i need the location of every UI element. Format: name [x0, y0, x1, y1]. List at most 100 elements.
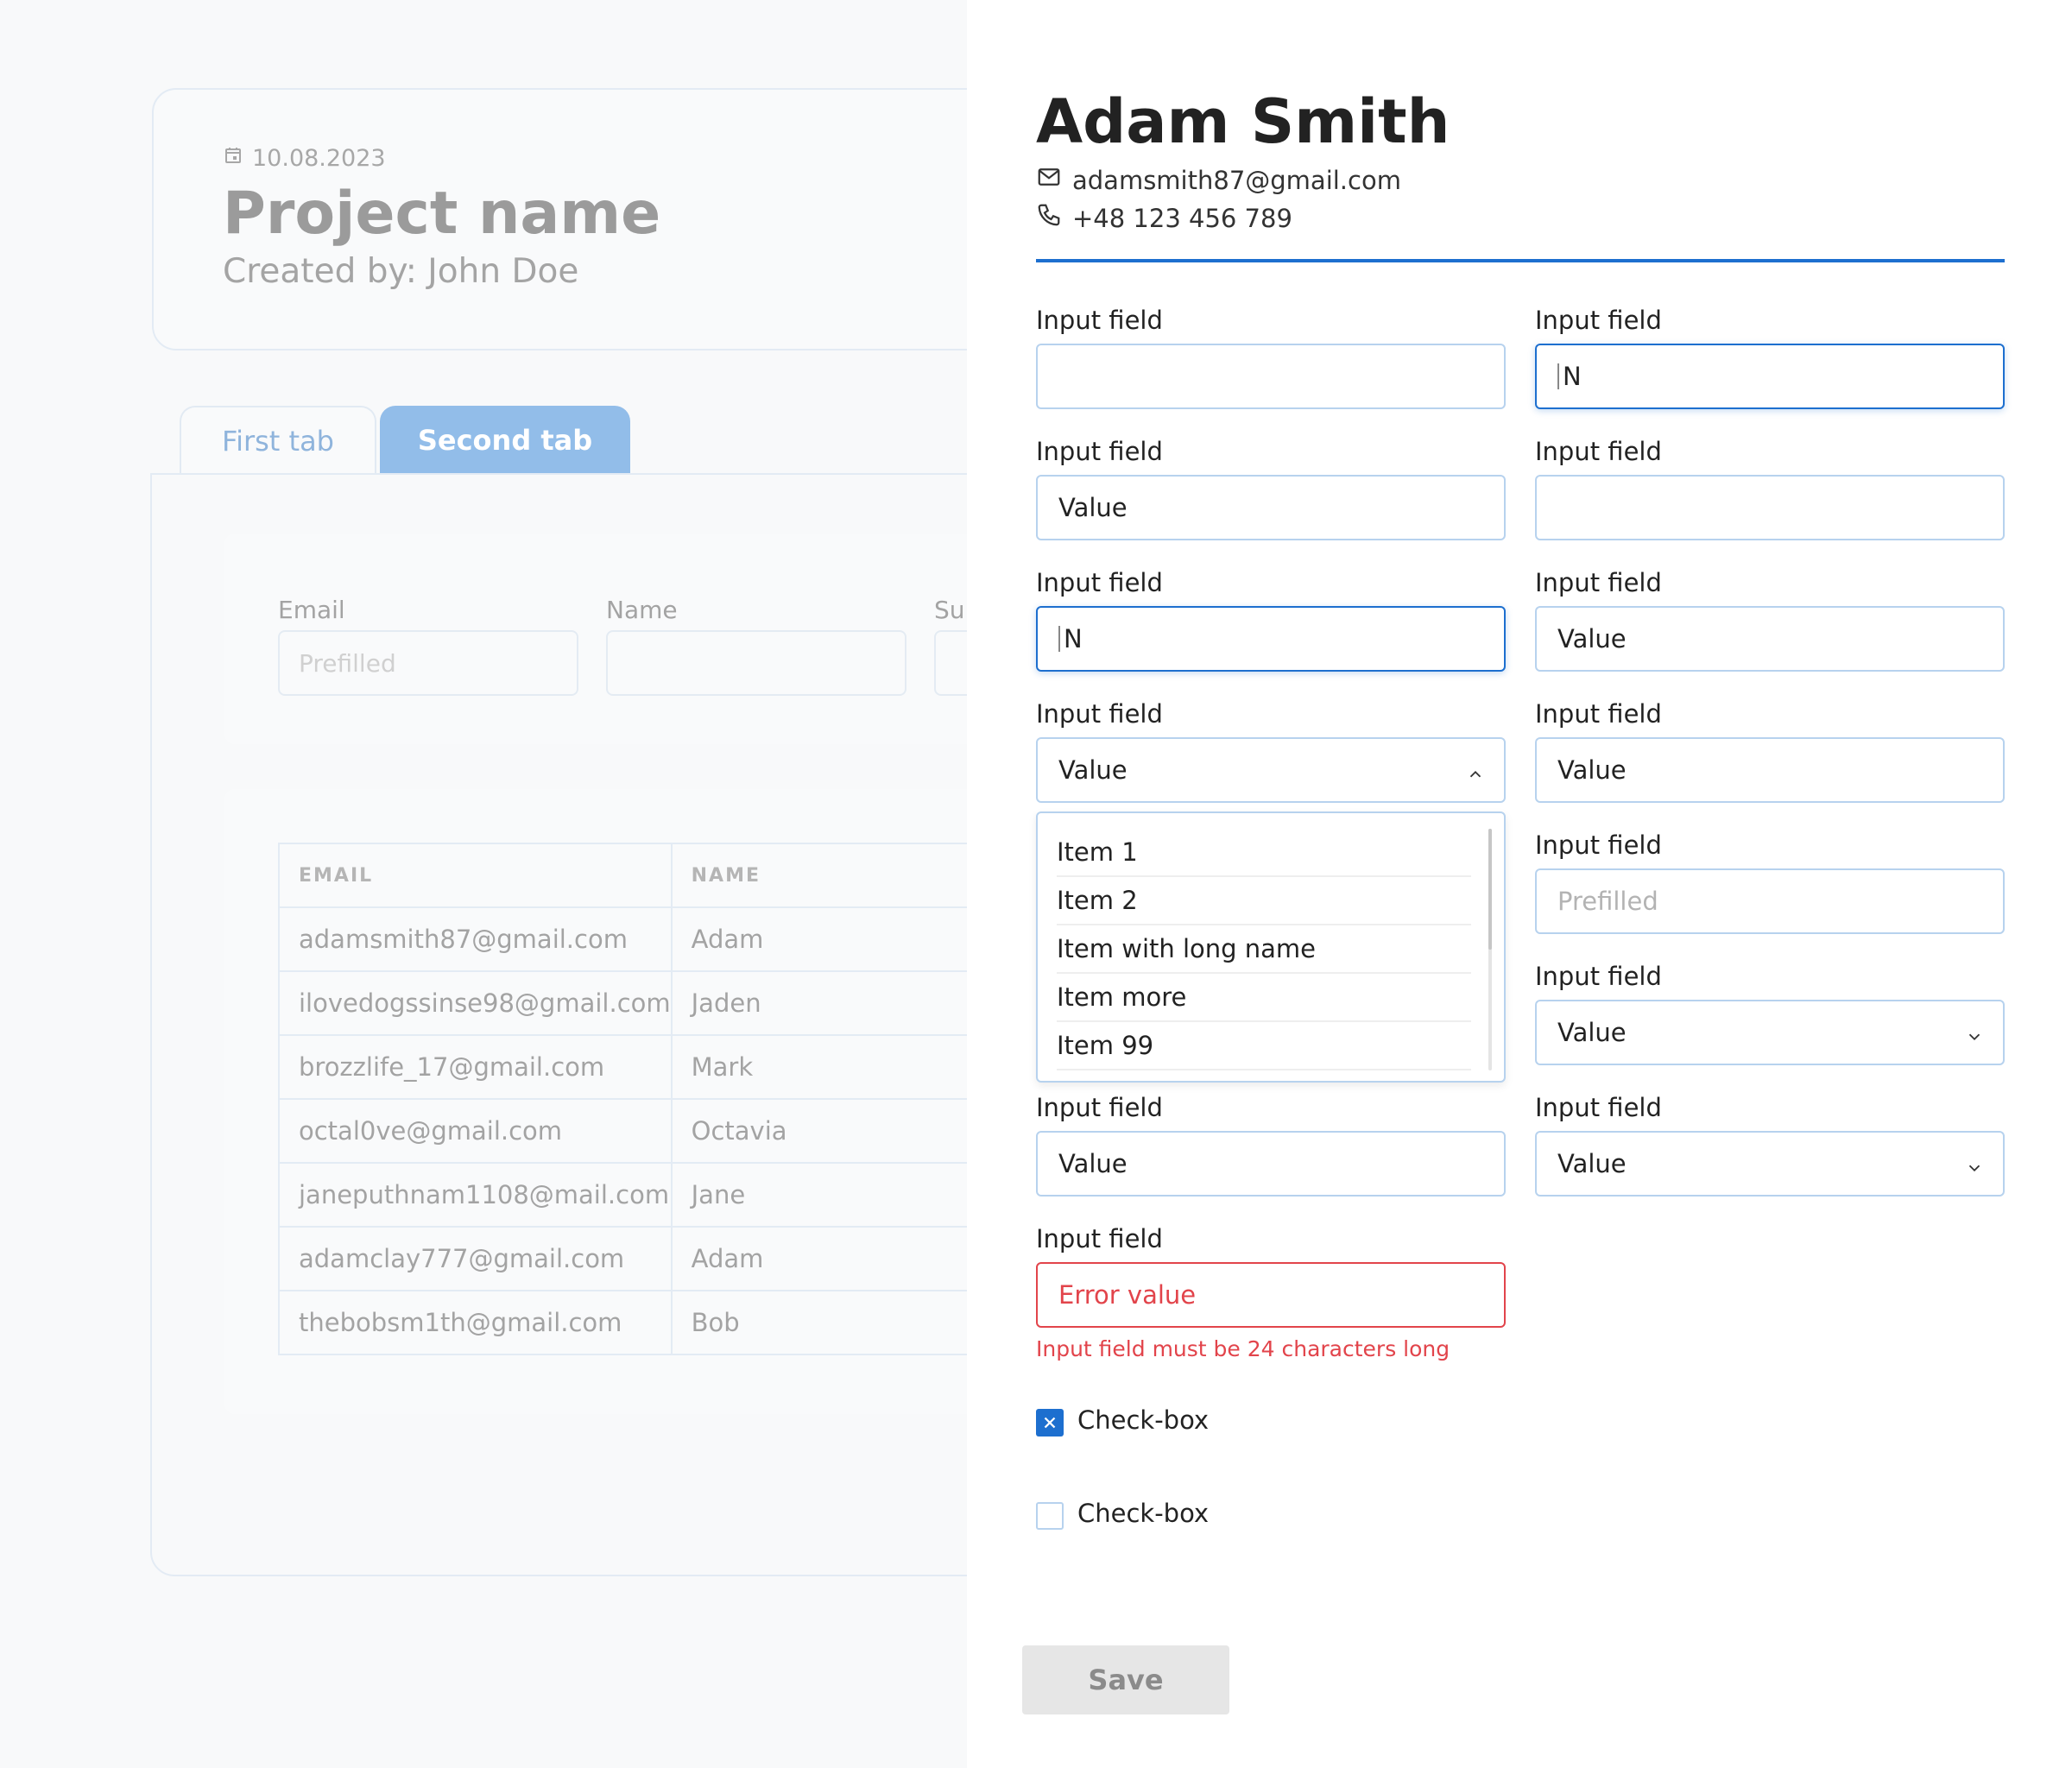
contact-phone: +48 123 456 789	[1036, 202, 1292, 234]
table-row[interactable]: brozzlife_17@gmail.com Mark	[278, 1034, 1018, 1100]
table-cell-email: octal0ve@gmail.com	[278, 1098, 673, 1164]
field-label: Input field	[1036, 568, 1163, 597]
header-divider	[1036, 259, 2005, 262]
field-label: Input field	[1535, 568, 1662, 597]
text-caret	[1557, 363, 1559, 389]
dropdown-scrollbar-thumb[interactable]	[1488, 829, 1492, 950]
table-cell-name: Jane	[670, 1162, 1018, 1228]
chevron-down-icon[interactable]	[1965, 1154, 1984, 1173]
table-cell-email: ilovedogssinse98@gmail.com	[278, 970, 673, 1036]
column-header-name[interactable]: NAME	[670, 843, 1018, 908]
input-field-prefilled[interactable]: Prefilled	[1535, 868, 2005, 934]
dropdown-item[interactable]: Item 1	[1057, 829, 1471, 877]
contact-phone-text: +48 123 456 789	[1072, 203, 1292, 233]
filter-email-label: Email	[278, 596, 345, 624]
project-card: 10.08.2023 Project name Created by: John…	[152, 88, 1015, 350]
project-date: 10.08.2023	[223, 145, 386, 172]
column-header-email[interactable]: EMAIL	[278, 843, 673, 908]
chevron-up-icon[interactable]	[1466, 761, 1485, 780]
select-field-open[interactable]: Value	[1036, 737, 1506, 803]
table-cell-email: janeputhnam1108@mail.com	[278, 1162, 673, 1228]
field-label: Input field	[1036, 437, 1163, 466]
filter-name-input[interactable]	[606, 630, 906, 696]
field-label: Input field	[1535, 699, 1662, 729]
select-field-r7-right[interactable]: Value	[1535, 1131, 2005, 1197]
table-card: EMAIL NAME adamsmith87@gmail.com Adam ilo…	[224, 789, 1088, 1414]
field-label: Input field	[1036, 1093, 1163, 1122]
filter-name-label: Name	[606, 596, 678, 624]
dropdown-list: Item 1 Item 2 Item with long name Item m…	[1036, 811, 1506, 1083]
field-label: Input field	[1535, 1093, 1662, 1122]
project-title: Project name	[223, 180, 661, 248]
field-label: Input field	[1535, 962, 1662, 991]
table-cell-name: Adam	[670, 906, 1018, 972]
table-cell-email: adamsmith87@gmail.com	[278, 906, 673, 972]
check-x-icon	[1044, 1417, 1056, 1429]
input-field-r4-right[interactable]: Value	[1535, 737, 2005, 803]
dropdown-item[interactable]: Item 99	[1057, 1022, 1471, 1070]
text-caret	[1058, 626, 1060, 652]
project-date-text: 10.08.2023	[252, 145, 386, 172]
table-cell-email: adamclay777@gmail.com	[278, 1226, 673, 1291]
field-label: Input field	[1036, 306, 1163, 335]
users-table: EMAIL NAME adamsmith87@gmail.com Adam ilo…	[278, 843, 1018, 1355]
input-field-r3-left[interactable]: N	[1036, 606, 1506, 672]
contact-email: adamsmith87@gmail.com	[1036, 164, 1401, 196]
input-field-error[interactable]: Error value	[1036, 1262, 1506, 1328]
tab-first[interactable]: First tab	[180, 406, 376, 475]
table-cell-name: Bob	[670, 1290, 1018, 1355]
table-cell-name: Octavia	[670, 1098, 1018, 1164]
save-button[interactable]: Save	[1022, 1645, 1229, 1714]
select-field-r6-right[interactable]: Value	[1535, 1000, 2005, 1065]
contact-email-text: adamsmith87@gmail.com	[1072, 165, 1401, 195]
table-cell-email: thebobsm1th@gmail.com	[278, 1290, 673, 1355]
dropdown-item[interactable]: Item more	[1057, 974, 1471, 1022]
input-field-r2-right[interactable]	[1535, 475, 2005, 540]
table-row[interactable]: ilovedogssinse98@gmail.com Jaden	[278, 970, 1018, 1036]
input-field-r1-right[interactable]: N	[1535, 344, 2005, 409]
chevron-down-icon[interactable]	[1965, 1023, 1984, 1042]
table-row[interactable]: adamsmith87@gmail.com Adam	[278, 906, 1018, 972]
input-value: N	[1563, 362, 1582, 391]
field-label: Input field	[1535, 306, 1662, 335]
checkbox-checked[interactable]	[1036, 1409, 1064, 1436]
error-message: Input field must be 24 characters long	[1036, 1336, 1450, 1361]
table-row[interactable]: janeputhnam1108@mail.com Jane	[278, 1162, 1018, 1228]
select-value: Value	[1557, 1018, 1627, 1047]
dropdown-item[interactable]: Item 2	[1057, 877, 1471, 925]
tab-content-card: Email Prefilled Name Sur EMAIL NAME adam…	[150, 473, 1235, 1576]
input-field-r3-right[interactable]: Value	[1535, 606, 2005, 672]
select-value: Value	[1557, 1149, 1627, 1178]
input-field-r1-left[interactable]	[1036, 344, 1506, 409]
table-header-row: EMAIL NAME	[278, 843, 1018, 908]
select-value: Value	[1058, 755, 1128, 785]
input-field-r2-left[interactable]: Value	[1036, 475, 1506, 540]
table-cell-name: Mark	[670, 1034, 1018, 1100]
background-page: 10.08.2023 Project name Created by: John…	[0, 0, 1235, 1768]
input-value: N	[1064, 624, 1083, 654]
table-cell-name: Adam	[670, 1226, 1018, 1291]
filter-email-input[interactable]: Prefilled	[278, 630, 578, 696]
field-label: Input field	[1036, 1224, 1163, 1253]
table-cell-name: Jaden	[670, 970, 1018, 1036]
dropdown-item[interactable]: Item with long name	[1057, 925, 1471, 974]
table-row[interactable]: thebobsm1th@gmail.com Bob	[278, 1290, 1018, 1355]
project-created-by: Created by: John Doe	[223, 252, 579, 291]
table-row[interactable]: octal0ve@gmail.com Octavia	[278, 1098, 1018, 1164]
field-label: Input field	[1535, 830, 1662, 860]
field-label: Input field	[1036, 699, 1163, 729]
tab-second[interactable]: Second tab	[380, 406, 630, 475]
field-label: Input field	[1535, 437, 1662, 466]
calendar-icon	[223, 145, 243, 172]
input-field-r7-left[interactable]: Value	[1036, 1131, 1506, 1197]
checkbox-label[interactable]: Check-box	[1077, 1499, 1209, 1528]
table-cell-email: brozzlife_17@gmail.com	[278, 1034, 673, 1100]
phone-icon	[1036, 202, 1062, 234]
checkbox-label[interactable]: Check-box	[1077, 1405, 1209, 1435]
user-name: Adam Smith	[1036, 86, 1450, 157]
filter-card: Email Prefilled Name Sur	[224, 534, 1235, 744]
checkbox-unchecked[interactable]	[1036, 1502, 1064, 1530]
user-drawer: Adam Smith adamsmith87@gmail.com +48 123…	[967, 0, 2072, 1768]
table-row[interactable]: adamclay777@gmail.com Adam	[278, 1226, 1018, 1291]
mail-icon	[1036, 164, 1062, 196]
